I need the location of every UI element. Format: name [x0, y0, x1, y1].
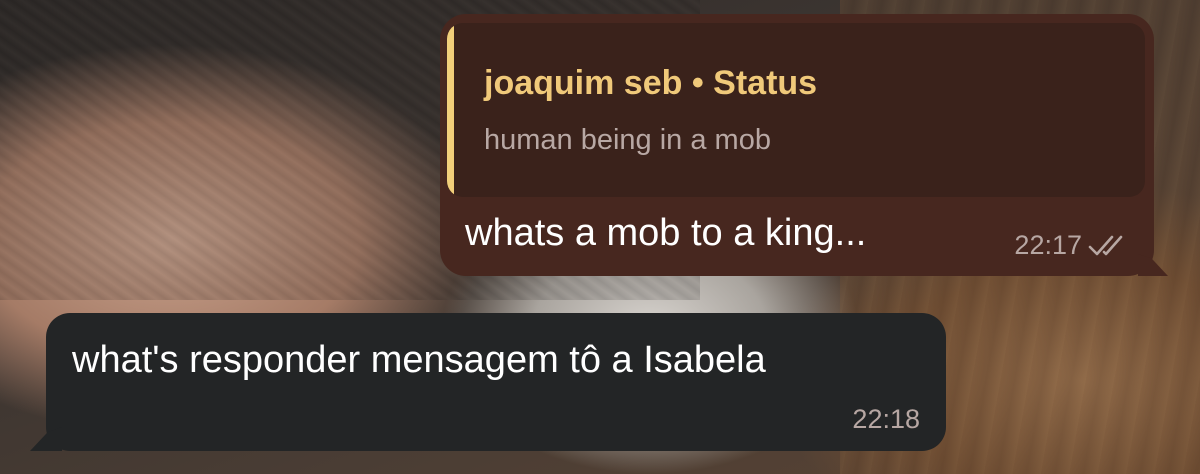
- incoming-message-bubble[interactable]: what's responder mensagem tô a Isabela 2…: [30, 313, 946, 451]
- quote-author: joaquim seb • Status: [484, 64, 818, 102]
- quote-text: human being in a mob: [484, 124, 771, 156]
- message-text: what's responder mensagem tô a Isabela: [72, 339, 766, 381]
- double-check-icon: [1088, 233, 1132, 259]
- bubble-tail: [30, 427, 62, 451]
- message-meta: 22:17: [1014, 230, 1132, 261]
- quoted-status-reply[interactable]: joaquim seb • Status human being in a mo…: [447, 23, 1145, 197]
- message-time: 22:17: [1014, 230, 1082, 260]
- message-text: whats a mob to a king...: [465, 212, 867, 254]
- message-time: 22:18: [852, 404, 920, 434]
- outgoing-message-bubble[interactable]: joaquim seb • Status human being in a mo…: [440, 14, 1168, 276]
- chat-background: joaquim seb • Status human being in a mo…: [0, 0, 1200, 474]
- message-meta: 22:18: [852, 404, 920, 435]
- quote-accent-bar: [447, 23, 454, 197]
